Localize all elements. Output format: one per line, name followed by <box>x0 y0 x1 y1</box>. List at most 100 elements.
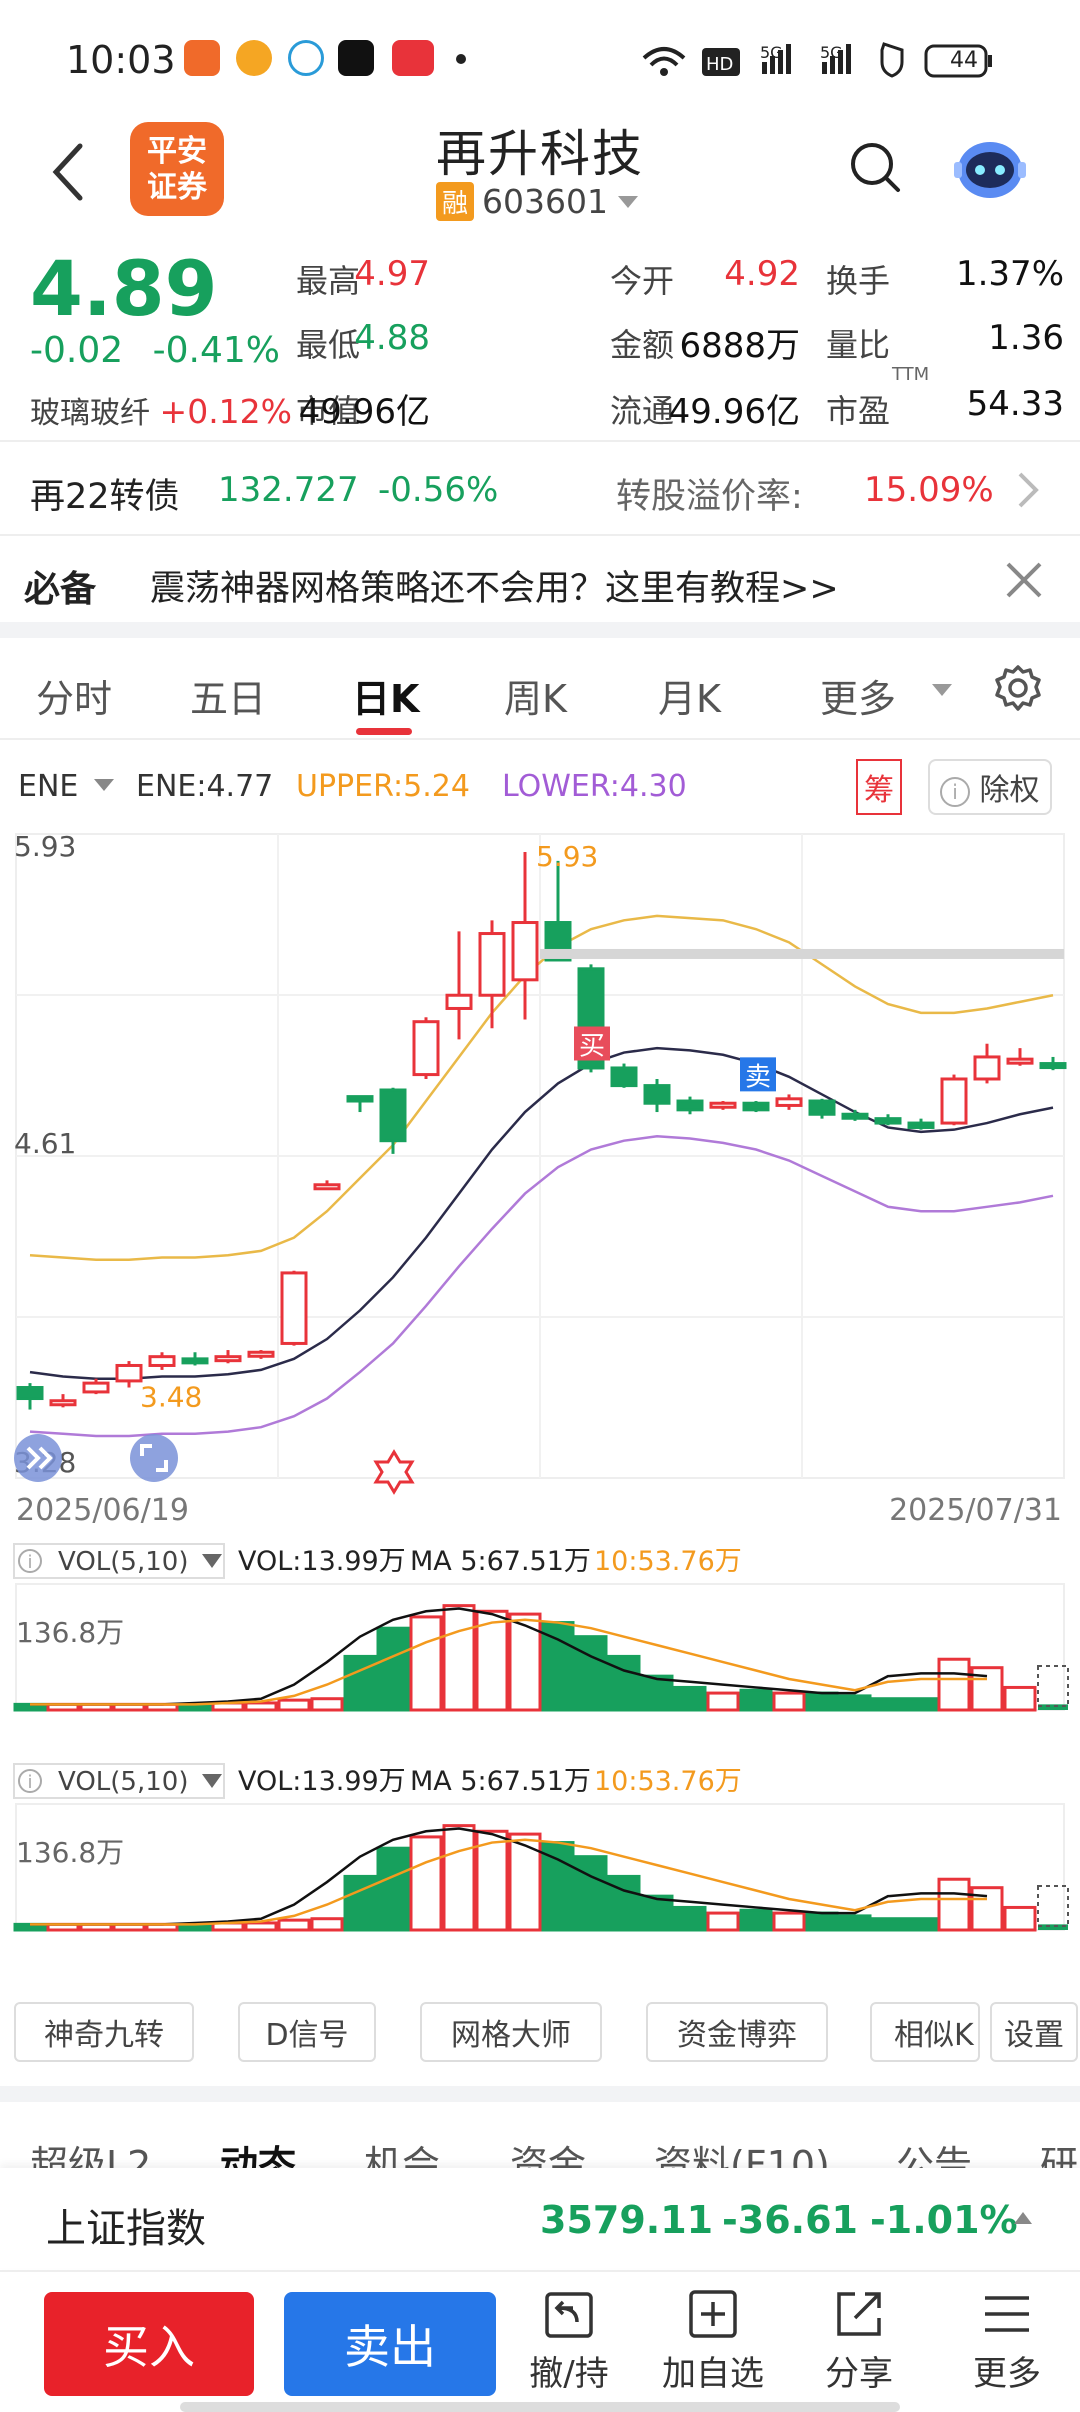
candle-body <box>445 993 473 1010</box>
candle-body <box>247 1350 275 1358</box>
add-favorite-button[interactable]: 加自选 <box>658 2288 768 2395</box>
candle-body <box>346 1095 374 1103</box>
notice-tag: 必备 <box>24 569 97 610</box>
vol-ma10-2: 10:53.76万 <box>594 1766 742 1797</box>
gear-icon[interactable] <box>994 664 1042 712</box>
tab-wuri[interactable]: 五日 <box>190 668 266 723</box>
bond-name: 再22转债 <box>30 477 180 517</box>
more-dropdown-icon <box>932 684 952 696</box>
volume-bar <box>442 1604 476 1712</box>
chuquan-button[interactable]: i 除权 <box>928 759 1052 815</box>
jd-app-icon <box>236 40 272 76</box>
quote-value-6: 49.96亿 <box>298 392 430 432</box>
more-button[interactable]: 更多 <box>952 2288 1062 2395</box>
cancel-hold-label: 撤/持 <box>529 2354 609 2394</box>
status-bar: 10:03 HD 5G 5G 44 <box>0 0 1080 120</box>
share-button[interactable]: 分享 <box>804 2288 914 2395</box>
chou-button[interactable]: 筹 <box>856 759 902 815</box>
candle-body <box>313 1183 341 1191</box>
candle-body <box>841 1112 869 1120</box>
tool-shenqi-jiuzhuan[interactable]: 神奇九转 <box>14 2002 194 2062</box>
candle-body <box>214 1355 242 1363</box>
volume-bar <box>343 1874 377 1932</box>
close-icon[interactable] <box>1004 560 1044 600</box>
vol-dropdown-icon-1 <box>202 1554 222 1568</box>
subtab-gonggao[interactable]: 公告 <box>896 2134 972 2170</box>
volume-bar <box>574 1855 608 1932</box>
share-icon <box>837 2292 881 2336</box>
sector-row[interactable]: 玻璃玻纤 +0.12% <box>30 388 292 432</box>
vol-value-2: VOL:13.99万 <box>238 1766 406 1797</box>
tab-fenshi[interactable]: 分时 <box>36 668 112 723</box>
tool-fund-game[interactable]: 资金博弈 <box>646 2002 828 2062</box>
indicator-name[interactable]: ENE <box>18 769 78 804</box>
cancel-hold-button[interactable]: 撤/持 <box>514 2288 624 2395</box>
price-change: -0.02 -0.41% <box>30 330 280 371</box>
subtab-l2[interactable]: 超级L2 <box>30 2134 151 2170</box>
candle-body <box>907 1121 935 1129</box>
index-ticker[interactable]: 上证指数 3579.11 -36.61 -1.01% <box>0 2168 1080 2268</box>
volume-bar <box>937 1877 971 1932</box>
tool-similar-k[interactable]: 相似K <box>870 2002 980 2062</box>
volume-bar <box>343 1654 377 1712</box>
tab-zhouk[interactable]: 周K <box>504 668 567 723</box>
candle-body <box>16 1386 44 1401</box>
tab-rik[interactable]: 日K <box>352 668 419 723</box>
start-date-label: 2025/06/19 <box>16 1493 189 1528</box>
vol-axis-label-2: 136.8万 <box>16 1836 124 1869</box>
candle-body <box>808 1099 836 1116</box>
quote-label-4: 金额 <box>610 326 675 364</box>
upper-value: UPPER:5.24 <box>296 769 470 804</box>
volume-bar <box>838 1914 872 1932</box>
stock-code-selector[interactable]: 融 603601 <box>436 182 640 221</box>
dropdown-triangle-icon <box>618 195 638 208</box>
expand-up-icon[interactable] <box>1012 2210 1034 2226</box>
volume-bar <box>277 1918 311 1932</box>
notice-banner[interactable]: 必备 震荡神器网格策略还不会用？这里有教程>> <box>0 538 1080 620</box>
convertible-bond-row[interactable]: 再22转债 132.727 -0.56% 转股溢价率: 15.09% <box>0 444 1080 534</box>
vol-axis-label-1: 136.8万 <box>16 1616 124 1649</box>
candle-body <box>82 1381 110 1394</box>
sell-button[interactable]: 卖出 <box>284 2292 496 2396</box>
candle-body <box>280 1271 308 1345</box>
bond-price: 132.727 <box>218 470 359 510</box>
candle-body <box>874 1117 902 1125</box>
tab-yuek[interactable]: 月K <box>658 668 721 723</box>
volume-bar <box>409 1615 443 1712</box>
low-price-marker: 3.48 <box>140 1380 202 1413</box>
subtab-zijin[interactable]: 资金 <box>510 2134 586 2170</box>
volume-bar <box>706 1911 740 1932</box>
subtab-f10[interactable]: 资料(F10) <box>654 2134 830 2170</box>
candle-body <box>511 921 539 982</box>
volume-bar <box>904 1697 938 1712</box>
search-icon[interactable] <box>848 140 904 196</box>
candle-body <box>643 1084 671 1105</box>
candle-body <box>478 932 506 997</box>
status-icons: HD 5G 5G <box>642 42 992 78</box>
buy-button[interactable]: 买入 <box>44 2292 254 2396</box>
robot-assistant-icon[interactable] <box>952 132 1028 202</box>
tool-grid-master[interactable]: 网格大师 <box>420 2002 602 2062</box>
add-square-icon <box>689 2290 737 2338</box>
vol-indicator-name-2: VOL(5,10) <box>58 1767 188 1797</box>
tab-more[interactable]: 更多 <box>820 668 896 723</box>
sell-marker-label: 卖 <box>745 1062 771 1092</box>
volume-bar <box>574 1635 608 1712</box>
volume-bar <box>277 1698 311 1712</box>
notification-dot-icon <box>456 54 466 64</box>
change-percent: -0.41% <box>152 330 280 371</box>
tool-d-signal[interactable]: D信号 <box>238 2002 376 2062</box>
tool-settings[interactable]: 设置 <box>990 2002 1078 2062</box>
kline-chart-area[interactable]: 5.934.613.285.933.48买卖2025/06/192025/07/… <box>0 820 1080 1980</box>
notice-text[interactable]: 震荡神器网格策略还不会用？这里有教程>> <box>150 560 839 611</box>
subtab-jihui[interactable]: 机会 <box>364 2134 440 2170</box>
quote-label-8: 市盈 <box>826 392 891 430</box>
current-price: 4.89 <box>30 244 218 333</box>
ttm-superscript: TTM <box>892 364 930 385</box>
subtab-yan[interactable]: 研 <box>1040 2134 1078 2170</box>
volume-bar <box>805 1691 839 1712</box>
subtab-dongtai[interactable]: 动态 <box>220 2134 296 2170</box>
kline-chart[interactable]: 5.934.613.285.933.48买卖2025/06/192025/07/… <box>0 820 1080 1980</box>
rong-badge: 融 <box>436 182 475 221</box>
indicator-dropdown-icon[interactable] <box>92 777 116 793</box>
